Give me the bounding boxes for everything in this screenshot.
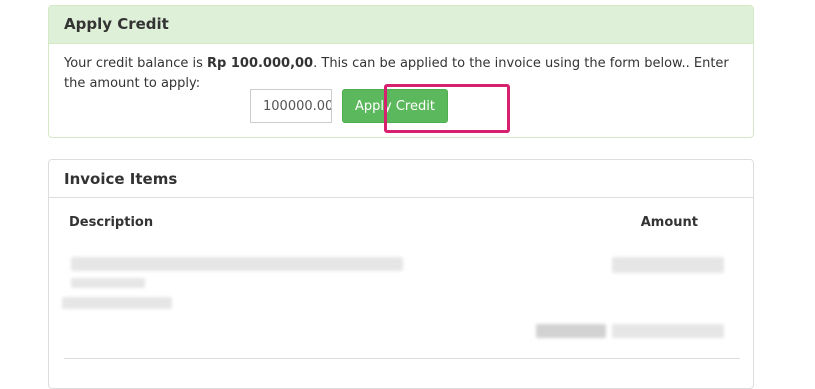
credit-amount-input[interactable] bbox=[250, 89, 332, 123]
invoice-items-panel: Invoice Items Description Amount bbox=[48, 159, 754, 389]
apply-credit-heading: Apply Credit bbox=[49, 6, 753, 44]
table-divider bbox=[64, 358, 740, 359]
invoice-items-title: Invoice Items bbox=[64, 170, 178, 188]
invoice-items-heading: Invoice Items bbox=[49, 160, 753, 198]
credit-balance-message: Your credit balance is Rp 100.000,00. Th… bbox=[49, 44, 753, 94]
credit-text-before: Your credit balance is bbox=[64, 56, 208, 71]
apply-credit-title: Apply Credit bbox=[64, 15, 169, 33]
invoice-table-header: Description Amount bbox=[69, 215, 698, 230]
apply-credit-button[interactable]: Apply Credit bbox=[342, 89, 448, 123]
column-header-description: Description bbox=[69, 215, 154, 230]
apply-credit-form: Apply Credit bbox=[250, 89, 448, 123]
credit-balance-amount: Rp 100.000,00 bbox=[207, 56, 314, 71]
column-header-amount: Amount bbox=[640, 215, 698, 230]
